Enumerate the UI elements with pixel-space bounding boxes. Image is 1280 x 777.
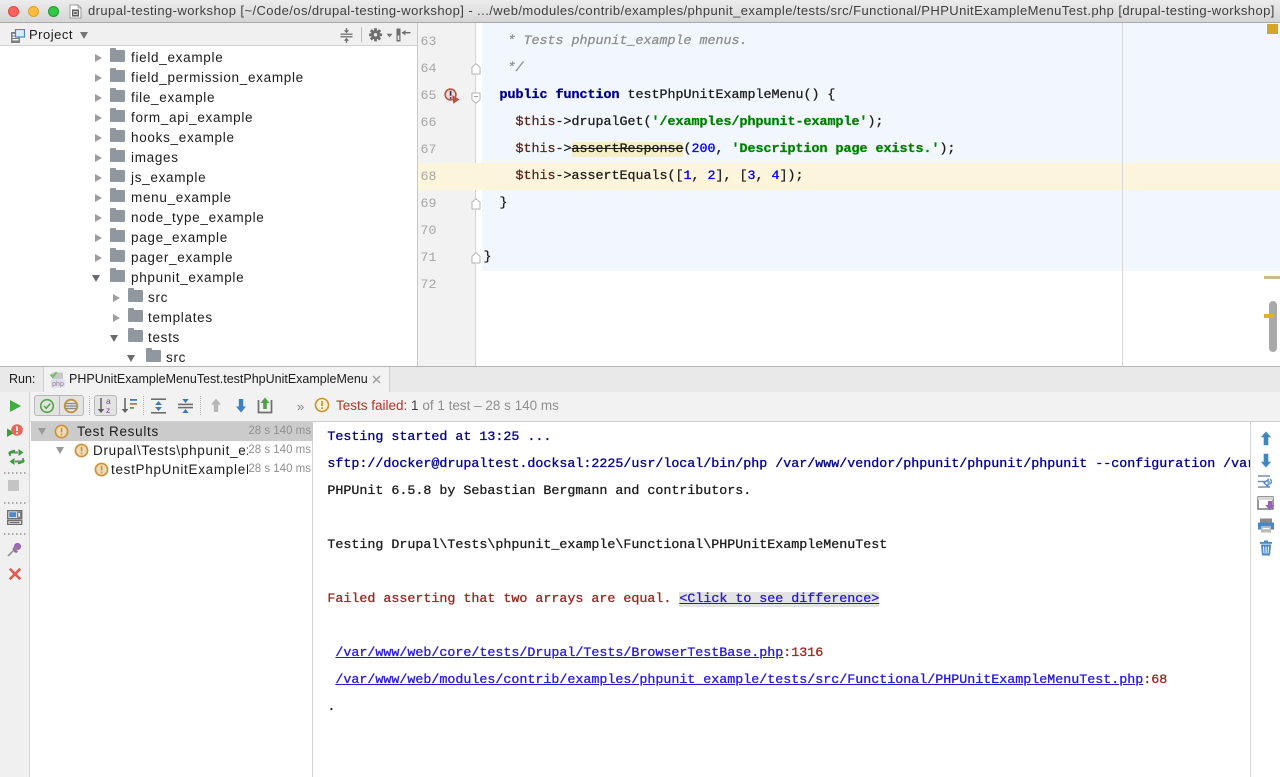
- svg-text:php: php: [52, 381, 64, 388]
- svg-text:z: z: [106, 405, 110, 414]
